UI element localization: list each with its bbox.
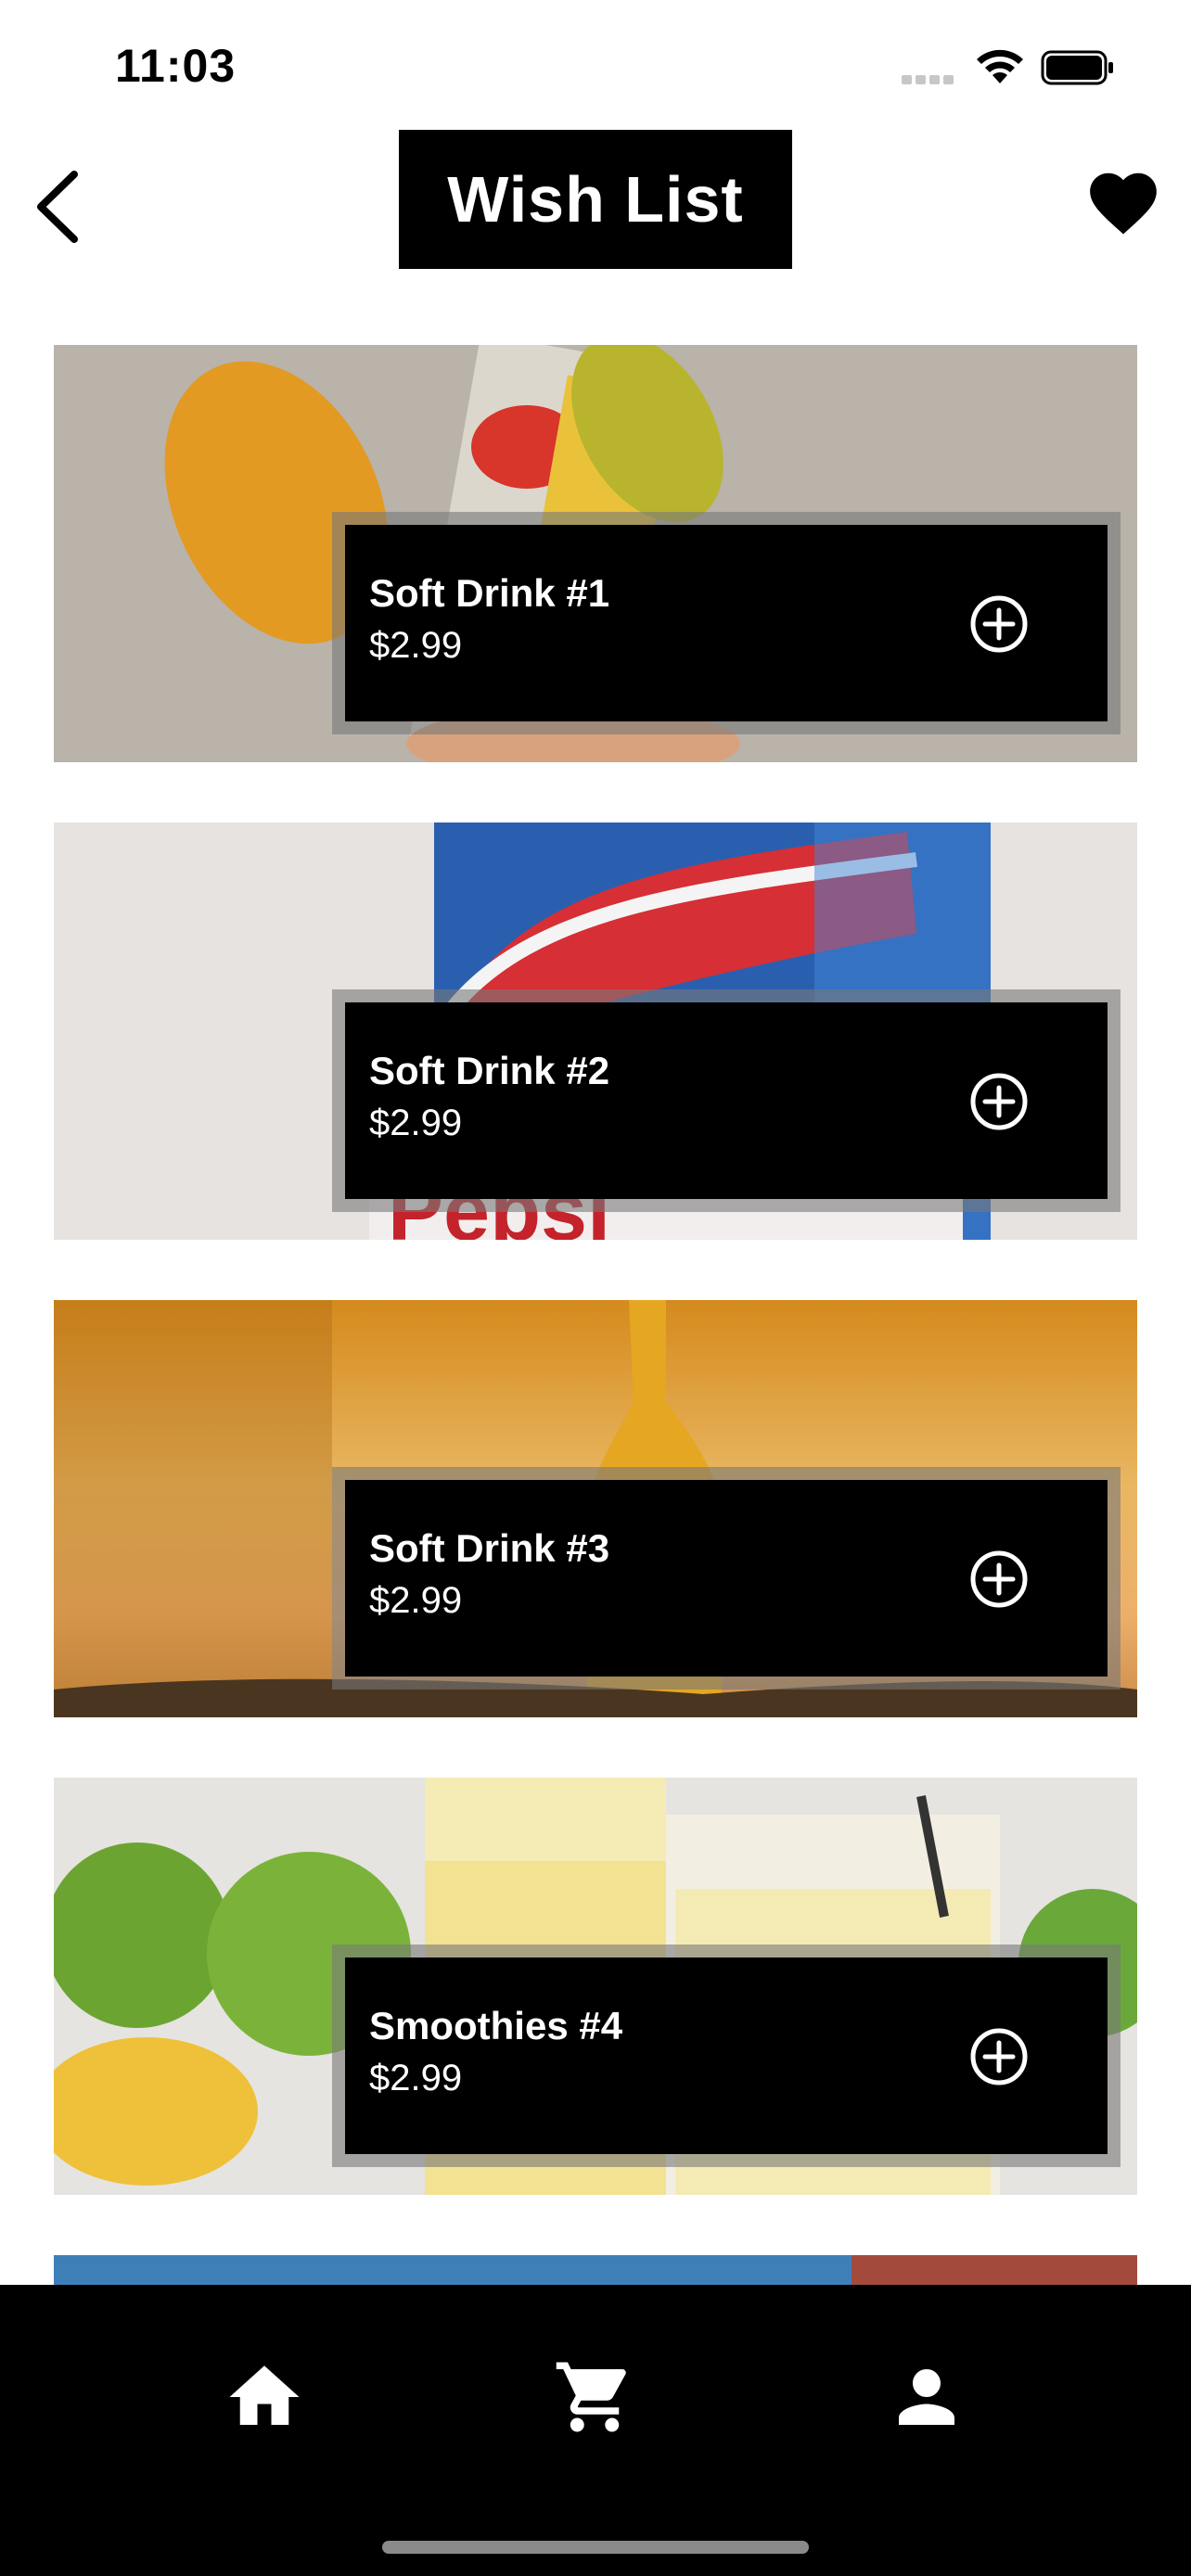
back-button[interactable] [28,165,93,249]
tab-bar [0,2285,1191,2576]
wishlist-item[interactable]: Soft Drink #1 $2.99 [54,345,1137,762]
status-time: 11:03 [115,40,237,92]
item-price: $2.99 [369,2058,463,2098]
item-info-panel: Soft Drink #3 $2.99 [345,1480,1108,1677]
wishlist-item[interactable]: Soft Drink #3 $2.99 [54,1300,1137,1717]
heart-icon [1090,172,1157,235]
plus-circle-icon [970,1073,1028,1130]
wishlist-button[interactable] [1083,163,1163,243]
tab-cart[interactable] [553,2355,636,2439]
item-info-panel: Soft Drink #2 $2.99 [345,1002,1108,1199]
tab-home[interactable] [223,2355,306,2439]
add-to-cart-button[interactable] [967,2024,1031,2089]
header: Wish List [0,130,1191,278]
cart-icon [556,2362,626,2432]
person-icon [899,2369,954,2425]
wifi-icon [977,49,1023,83]
product-image [54,2255,1137,2285]
home-icon [229,2366,300,2425]
tab-profile[interactable] [885,2355,968,2439]
cellular-signal-icon [902,72,957,84]
add-to-cart-button[interactable] [967,592,1031,657]
chevron-left-icon [37,171,78,243]
plus-circle-icon [970,595,1028,653]
home-indicator [382,2541,809,2554]
item-name: Soft Drink #3 [369,1526,610,1570]
page-title: Wish List [399,130,792,269]
wishlist-item[interactable]: Smoothies #4 $2.99 [54,1778,1137,2195]
item-price: $2.99 [369,1103,463,1143]
wishlist-item[interactable] [54,2255,1137,2285]
item-name: Soft Drink #2 [369,1049,610,1092]
item-price: $2.99 [369,1580,463,1621]
item-info-panel: Soft Drink #1 $2.99 [345,525,1108,721]
item-price: $2.99 [369,625,463,666]
status-bar: 11:03 [0,0,1191,130]
item-name: Soft Drink #1 [369,571,610,615]
add-to-cart-button[interactable] [967,1069,1031,1134]
wishlist-list: Soft Drink #1 $2.99 Pepsi Soft Drink #2 [54,345,1137,2285]
item-name: Smoothies #4 [369,2004,623,2047]
plus-circle-icon [970,2028,1028,2085]
wishlist-item[interactable]: Pepsi Soft Drink #2 $2.99 [54,823,1137,1240]
plus-circle-icon [970,1550,1028,1608]
battery-icon [1041,50,1113,85]
item-info-panel: Smoothies #4 $2.99 [345,1958,1108,2154]
page-title-text: Wish List [447,163,744,236]
add-to-cart-button[interactable] [967,1547,1031,1612]
